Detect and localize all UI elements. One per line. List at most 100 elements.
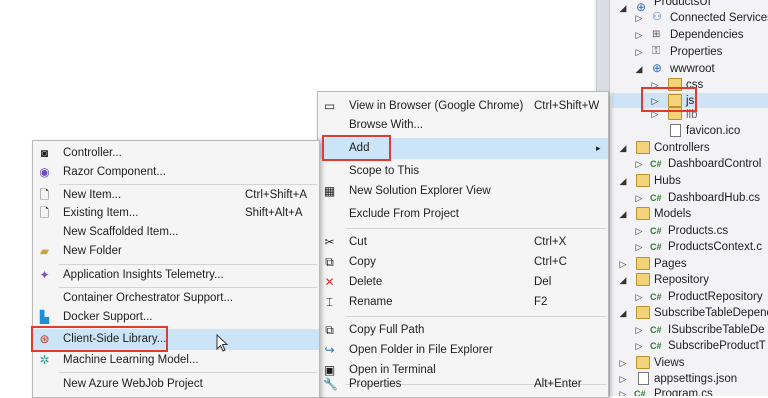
collapsed-arrow-icon[interactable]: ▷: [618, 386, 628, 396]
add-submenu: ◙ Controller... ◉ Razor Component... 🗋 N…: [32, 140, 320, 398]
tree-item-productscontext[interactable]: ▷ C# ProductsContext.c: [612, 239, 768, 255]
submenu-item-machine-learning-model[interactable]: ✲ Machine Learning Model...: [33, 350, 319, 371]
menu-item-open-folder-in-file-explorer[interactable]: ↪ Open Folder in File Explorer: [318, 340, 608, 361]
expanded-arrow-icon[interactable]: ◢: [618, 206, 628, 222]
highlight-box-js: [641, 87, 697, 112]
tree-item-label: ProductsUI: [654, 0, 711, 8]
submenu-item-new-folder[interactable]: ▰ New Folder: [33, 241, 319, 262]
menu-item-delete[interactable]: ✕ Delete Del: [318, 272, 608, 293]
collapsed-arrow-icon[interactable]: ▷: [634, 239, 644, 255]
collapsed-arrow-icon[interactable]: ▷: [634, 338, 644, 354]
tree-item-products-cs[interactable]: ▷ C# Products.cs: [612, 223, 768, 239]
tree-item-label: Pages: [654, 258, 687, 270]
submenu-item-new-azure-webjob[interactable]: New Azure WebJob Project: [33, 374, 319, 395]
submenu-item-application-insights[interactable]: ✦ Application Insights Telemetry...: [33, 265, 319, 286]
csharp-icon: C#: [650, 292, 662, 302]
folder-icon: [636, 356, 650, 369]
csharp-icon: C#: [650, 226, 662, 236]
submenu-item-existing-item[interactable]: 🗋 Existing Item... Shift+Alt+A: [33, 203, 319, 224]
tree-item-dashboardhub[interactable]: ▷ C# DashboardHub.cs: [612, 190, 768, 206]
csharp-icon: C#: [650, 242, 662, 252]
tree-item-label: ProductsContext.c: [668, 241, 762, 253]
menu-item-properties[interactable]: 🔧 Properties Alt+Enter: [318, 374, 608, 395]
browser-icon: ▭: [323, 99, 336, 113]
submenu-item-razor-component[interactable]: ◉ Razor Component...: [33, 162, 319, 183]
tree-item-dashboardcontrol[interactable]: ▷ C# DashboardControl: [612, 156, 768, 172]
dependencies-icon: ⊞: [652, 29, 661, 40]
collapsed-arrow-icon[interactable]: ▷: [634, 10, 644, 26]
menu-item-browse-with[interactable]: Browse With...: [318, 115, 608, 136]
tree-item-label: Products.cs: [668, 225, 729, 237]
copy-icon: ⧉: [325, 255, 334, 269]
tree-item-favicon[interactable]: favicon.ico: [612, 123, 768, 139]
menu-item-exclude-from-project[interactable]: Exclude From Project: [318, 204, 608, 225]
wrench-icon: 🔧: [323, 377, 338, 391]
menu-item-copy-full-path[interactable]: ⧉ Copy Full Path: [318, 320, 608, 341]
tree-item-label: Models: [654, 208, 692, 220]
tree-item-label: SubscribeTableDepend: [654, 307, 768, 319]
tree-item-label: Connected Services: [670, 12, 768, 24]
folder-icon: [636, 174, 650, 187]
collapsed-arrow-icon[interactable]: ▷: [634, 190, 644, 206]
menu-item-rename[interactable]: ⌶ Rename F2: [318, 292, 608, 313]
tree-item-repository[interactable]: ◢ Repository: [612, 272, 768, 288]
tree-item-program[interactable]: ▷ C# Program.cs: [612, 386, 768, 396]
copy-path-icon: ⧉: [325, 323, 334, 337]
tree-item-subscribeproductt[interactable]: ▷ C# SubscribeProductT: [612, 338, 768, 354]
tree-item-appsettings[interactable]: ▷ appsettings.json: [612, 371, 768, 387]
tree-item-label: SubscribeProductT: [668, 340, 766, 352]
tree-item-properties[interactable]: ▷ ⚿ Properties: [612, 44, 768, 60]
tree-item-isubscribetablede[interactable]: ▷ C# ISubscribeTableDe: [612, 322, 768, 338]
expanded-arrow-icon[interactable]: ◢: [618, 173, 628, 189]
tree-item-hubs[interactable]: ◢ Hubs: [612, 173, 768, 189]
new-folder-icon: ▰: [39, 244, 50, 258]
menu-item-scope-to-this[interactable]: Scope to This: [318, 161, 608, 182]
menu-separator: [59, 372, 317, 373]
tree-item-pages[interactable]: ▷ Pages: [612, 256, 768, 272]
expanded-arrow-icon[interactable]: ◢: [618, 272, 628, 288]
menu-item-view-in-browser[interactable]: ▭ View in Browser (Google Chrome) Ctrl+S…: [318, 96, 608, 117]
razor-icon: ◉: [39, 165, 50, 179]
menu-item-copy[interactable]: ⧉ Copy Ctrl+C: [318, 252, 608, 273]
expanded-arrow-icon[interactable]: ◢: [634, 61, 644, 77]
collapsed-arrow-icon[interactable]: ▷: [634, 322, 644, 338]
collapsed-arrow-icon[interactable]: ▷: [618, 256, 628, 272]
collapsed-arrow-icon[interactable]: ▷: [618, 371, 628, 387]
submenu-item-new-scaffolded-item[interactable]: New Scaffolded Item...: [33, 222, 319, 243]
tree-item-label: ISubscribeTableDe: [668, 324, 765, 336]
tree-item-wwwroot[interactable]: ◢ ⊕ wwwroot: [612, 61, 768, 77]
globe-icon: ⊕: [652, 61, 663, 75]
submenu-arrow-icon: ▸: [596, 143, 601, 153]
tree-item-connected-services[interactable]: ▷ ⚇ Connected Services: [612, 10, 768, 26]
collapsed-arrow-icon[interactable]: ▷: [634, 156, 644, 172]
menu-item-cut[interactable]: ✂ Cut Ctrl+X: [318, 232, 608, 253]
menu-item-new-solution-explorer-view[interactable]: ▦ New Solution Explorer View: [318, 181, 608, 202]
submenu-item-docker-support[interactable]: ▙ Docker Support...: [33, 307, 319, 328]
expanded-arrow-icon[interactable]: ◢: [618, 140, 628, 156]
collapsed-arrow-icon[interactable]: ▷: [634, 44, 644, 60]
tree-item-views[interactable]: ▷ Views: [612, 355, 768, 371]
tree-item-label: ProductRepository: [668, 291, 763, 303]
folder-icon: [636, 141, 650, 154]
menu-separator: [346, 228, 606, 229]
app-insights-icon: ✦: [39, 268, 50, 282]
tree-item-controllers[interactable]: ◢ Controllers: [612, 140, 768, 156]
rename-icon: ⌶: [325, 295, 334, 309]
collapsed-arrow-icon[interactable]: ▷: [634, 289, 644, 305]
tree-item-productrepository[interactable]: ▷ C# ProductRepository: [612, 289, 768, 305]
folder-icon: [636, 257, 650, 270]
submenu-item-container-orchestrator[interactable]: Container Orchestrator Support...: [33, 288, 319, 309]
tree-item-subscribetabledepend[interactable]: ◢ SubscribeTableDepend: [612, 305, 768, 321]
file-icon: [670, 124, 681, 137]
ml-model-icon: ✲: [39, 353, 50, 367]
tree-item-dependencies[interactable]: ▷ ⊞ Dependencies: [612, 27, 768, 43]
delete-icon: ✕: [324, 275, 335, 289]
collapsed-arrow-icon[interactable]: ▷: [634, 223, 644, 239]
csharp-icon: C#: [650, 341, 662, 351]
collapsed-arrow-icon[interactable]: ▷: [634, 27, 644, 43]
expanded-arrow-icon[interactable]: ◢: [618, 305, 628, 321]
open-folder-icon: ↪: [324, 343, 335, 357]
tree-item-models[interactable]: ◢ Models: [612, 206, 768, 222]
submenu-item-controller[interactable]: ◙ Controller...: [33, 143, 319, 164]
collapsed-arrow-icon[interactable]: ▷: [618, 355, 628, 371]
